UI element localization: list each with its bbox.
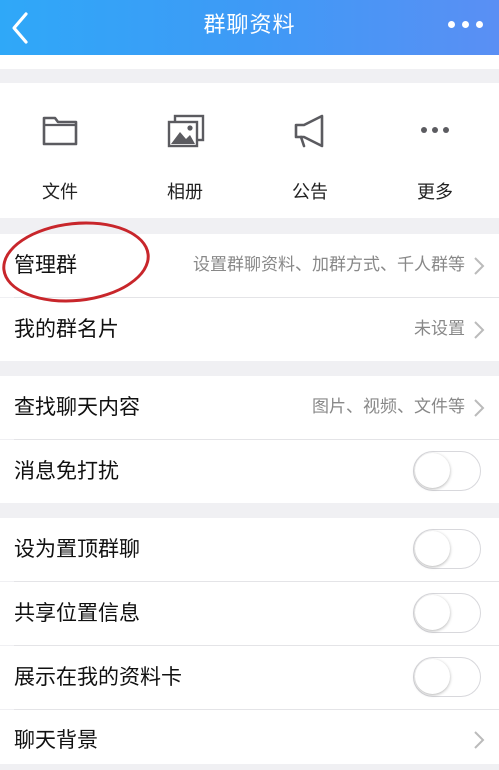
search-chat-label: 查找聊天内容 <box>14 395 140 419</box>
pin-chat-toggle[interactable] <box>413 529 481 569</box>
show-on-profile-toggle[interactable] <box>413 657 481 697</box>
do-not-disturb-toggle[interactable] <box>413 451 481 491</box>
do-not-disturb-row: 消息免打扰 <box>0 440 499 503</box>
more-options-button[interactable] <box>447 13 489 41</box>
photos-icon <box>167 114 205 148</box>
manage-group-row[interactable]: 管理群 设置群聊资料、加群方式、千人群等 <box>0 234 499 297</box>
search-chat-value: 图片、视频、文件等 <box>312 397 465 417</box>
more-icon <box>421 127 449 133</box>
more-dot-icon <box>462 21 469 28</box>
chat-background-label: 聊天背景 <box>14 728 98 752</box>
group-card-name-row[interactable]: 我的群名片 未设置 <box>0 298 499 361</box>
toggle-knob <box>415 531 450 566</box>
folder-icon <box>42 116 78 146</box>
more-dot-icon <box>476 21 483 28</box>
chevron-right-icon <box>474 321 485 339</box>
tool-more-label: 更多 <box>417 182 453 203</box>
show-on-profile-row: 展示在我的资料卡 <box>0 646 499 709</box>
manage-group-label: 管理群 <box>14 253 77 277</box>
more-dot-icon <box>448 21 455 28</box>
chat-background-row[interactable]: 聊天背景 <box>0 710 499 764</box>
header-spacer <box>0 55 499 69</box>
title-bar: 群聊资料 <box>0 0 499 55</box>
page-title: 群聊资料 <box>203 13 296 38</box>
group-card-name-value: 未设置 <box>414 319 465 339</box>
pin-chat-label: 设为置顶群聊 <box>14 537 140 561</box>
toggle-knob <box>415 453 450 488</box>
share-location-toggle[interactable] <box>413 593 481 633</box>
chevron-right-icon <box>474 731 485 749</box>
tool-announcement-label: 公告 <box>292 182 328 203</box>
tool-files-label: 文件 <box>42 182 78 203</box>
toggle-knob <box>415 659 450 694</box>
share-location-label: 共享位置信息 <box>14 601 140 625</box>
chevron-right-icon <box>474 399 485 417</box>
tool-album-label: 相册 <box>167 182 203 203</box>
share-location-row: 共享位置信息 <box>0 582 499 645</box>
do-not-disturb-label: 消息免打扰 <box>14 459 119 483</box>
manage-group-value: 设置群聊资料、加群方式、千人群等 <box>193 255 465 275</box>
group-tools-panel: 文件 相册 公告 更多 <box>0 83 499 218</box>
pin-chat-row: 设为置顶群聊 <box>0 518 499 581</box>
chevron-right-icon <box>474 257 485 275</box>
search-chat-row[interactable]: 查找聊天内容 图片、视频、文件等 <box>0 376 499 439</box>
toggle-knob <box>415 595 450 630</box>
megaphone-icon <box>294 114 324 148</box>
group-card-name-label: 我的群名片 <box>14 317 119 341</box>
show-on-profile-label: 展示在我的资料卡 <box>14 665 182 689</box>
